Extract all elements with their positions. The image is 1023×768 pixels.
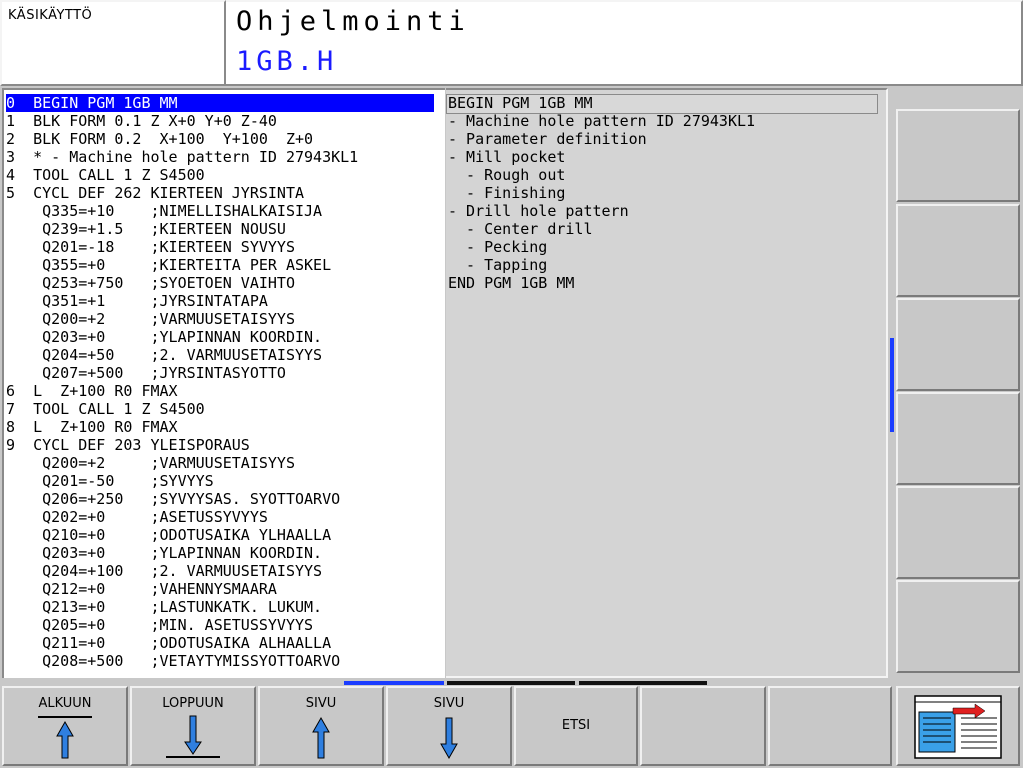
page-up-softkey-label: SIVU [305, 696, 337, 711]
screen-layout-softkey[interactable] [896, 686, 1020, 766]
structure-item[interactable]: END PGM 1GB MM [448, 274, 574, 292]
structure-item[interactable]: - Pecking [448, 238, 547, 256]
program-file-name: 1GB.H [236, 46, 338, 77]
program-line[interactable]: Q239=+1.5 ;KIERTEEN NOUSU [6, 220, 286, 238]
arrow-down-to-bottom-icon [166, 715, 220, 758]
program-line[interactable]: Q355=+0 ;KIERTEITA PER ASKEL [6, 256, 331, 274]
program-line[interactable]: Q200=+2 ;VARMUUSETAISYYS [6, 454, 295, 472]
program-line[interactable]: Q210=+0 ;ODOTUSAIKA YLHAALLA [6, 526, 331, 544]
program-line[interactable]: Q206=+250 ;SYVYYSAS. SYOTTOARVO [6, 490, 340, 508]
structure-item[interactable]: - Parameter definition [448, 130, 647, 148]
page-title: Ohjelmointi [236, 6, 470, 37]
vertical-softkey-6[interactable] [896, 580, 1020, 673]
softkey-row-indicator-active [344, 681, 444, 685]
search-softkey-label: ETSI [561, 718, 591, 733]
program-line[interactable]: Q204=+50 ;2. VARMUUSETAISYYS [6, 346, 322, 364]
structure-item[interactable]: BEGIN PGM 1GB MM [448, 94, 593, 112]
program-line[interactable]: Q253=+750 ;SYOETOEN VAIHTO [6, 274, 295, 292]
program-line[interactable]: 8 L Z+100 R0 FMAX [6, 418, 178, 436]
operating-mode-label: KÄSIKÄYTTÖ [8, 8, 93, 23]
page-down-softkey[interactable]: SIVU [386, 686, 512, 766]
program-line[interactable]: 6 L Z+100 R0 FMAX [6, 382, 178, 400]
program-line[interactable]: 9 CYCL DEF 203 YLEISPORAUS [6, 436, 250, 454]
end-softkey[interactable]: LOPPUUN [130, 686, 256, 766]
program-line[interactable]: Q335=+10 ;NIMELLISHALKAISIJA [6, 202, 322, 220]
vertical-softkey-5[interactable] [896, 486, 1020, 579]
program-line[interactable]: 4 TOOL CALL 1 Z S4500 [6, 166, 205, 184]
arrow-up-icon [312, 716, 330, 759]
structure-item[interactable]: - Machine hole pattern ID 27943KL1 [448, 112, 755, 130]
program-line[interactable]: Q205=+0 ;MIN. ASETUSSYVYYS [6, 616, 313, 634]
structure-item[interactable]: - Drill hole pattern [448, 202, 629, 220]
empty-softkey-1[interactable] [640, 686, 766, 766]
program-line[interactable]: Q208=+500 ;VETAYTYMISSYOTTOARVO [6, 652, 340, 670]
program-line[interactable]: Q200=+2 ;VARMUUSETAISYYS [6, 310, 295, 328]
program-line[interactable]: Q201=-50 ;SYVYYS [6, 472, 214, 490]
program-line[interactable]: Q202=+0 ;ASETUSSYVYYS [6, 508, 268, 526]
program-line[interactable]: Q213=+0 ;LASTUNKATK. LUKUM. [6, 598, 322, 616]
begin-softkey-label: ALKUUN [38, 696, 92, 711]
program-line[interactable]: Q203=+0 ;YLAPINNAN KOORDIN. [6, 544, 322, 562]
program-line[interactable]: Q211=+0 ;ODOTUSAIKA ALHAALLA [6, 634, 331, 652]
program-line[interactable]: 2 BLK FORM 0.2 X+100 Y+100 Z+0 [6, 130, 313, 148]
structure-panel[interactable]: BEGIN PGM 1GB MM - Machine hole pattern … [446, 88, 888, 678]
screen-layout-icon [914, 695, 1002, 759]
empty-softkey-2[interactable] [768, 686, 892, 766]
arrow-down-icon [440, 717, 458, 760]
program-line[interactable]: 1 BLK FORM 0.1 Z X+0 Y+0 Z-40 [6, 112, 277, 130]
program-panel[interactable]: 0 BEGIN PGM 1GB MM 1 BLK FORM 0.1 Z X+0 … [2, 88, 445, 678]
program-line[interactable]: 3 * - Machine hole pattern ID 27943KL1 [6, 148, 358, 166]
softkey-row-indicator [447, 681, 575, 685]
program-line[interactable]: Q351=+1 ;JYRSINTATAPA [6, 292, 268, 310]
program-line[interactable]: 7 TOOL CALL 1 Z S4500 [6, 400, 205, 418]
program-line[interactable]: Q203=+0 ;YLAPINNAN KOORDIN. [6, 328, 322, 346]
program-line[interactable]: Q201=-18 ;KIERTEEN SYVYYS [6, 238, 295, 256]
search-softkey[interactable]: ETSI [514, 686, 638, 766]
begin-softkey[interactable]: ALKUUN [2, 686, 128, 766]
vertical-softkey-2[interactable] [896, 204, 1020, 297]
program-line[interactable]: Q207=+500 ;JYRSINTASYOTTO [6, 364, 286, 382]
mode-box: KÄSIKÄYTTÖ [0, 0, 226, 86]
structure-item[interactable]: - Finishing [448, 184, 565, 202]
vertical-softkey-1[interactable] [896, 109, 1020, 202]
page-down-softkey-label: SIVU [433, 696, 465, 711]
vertical-softkey-4[interactable] [896, 392, 1020, 485]
program-line[interactable]: Q204=+100 ;2. VARMUUSETAISYYS [6, 562, 322, 580]
structure-item[interactable]: - Tapping [448, 256, 547, 274]
structure-item[interactable]: - Mill pocket [448, 148, 565, 166]
structure-item[interactable]: - Rough out [448, 166, 565, 184]
arrow-up-to-top-icon [38, 716, 92, 759]
vertical-softkey-3[interactable] [896, 298, 1020, 391]
softkey-row-indicator [579, 681, 707, 685]
structure-item[interactable]: - Center drill [448, 220, 592, 238]
program-line[interactable]: 5 CYCL DEF 262 KIERTEEN JYRSINTA [6, 184, 304, 202]
end-softkey-label: LOPPUUN [162, 696, 224, 711]
program-line[interactable]: Q212=+0 ;VAHENNYSMAARA [6, 580, 277, 598]
title-box: Ohjelmointi 1GB.H [226, 0, 1023, 86]
page-up-softkey[interactable]: SIVU [258, 686, 384, 766]
vertical-softkey-indicator [890, 338, 894, 432]
program-line[interactable]: 0 BEGIN PGM 1GB MM [6, 94, 434, 112]
